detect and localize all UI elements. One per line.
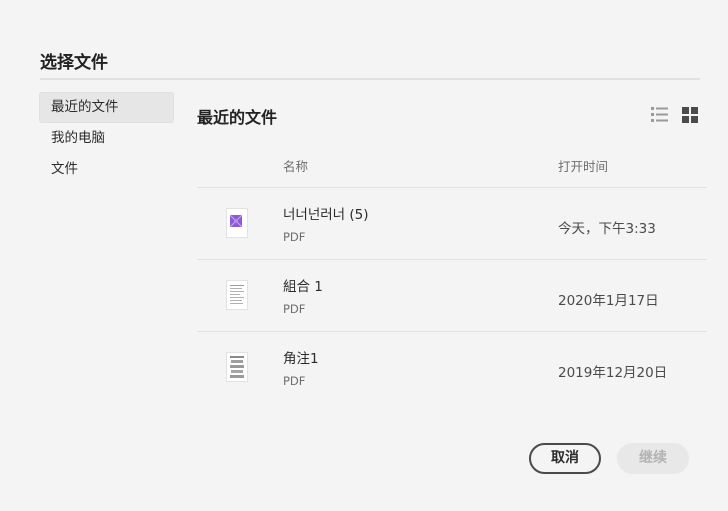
title-divider	[40, 78, 700, 80]
pdf-thumbnail-icon	[226, 208, 248, 238]
file-row[interactable]: 角注1 PDF 2019年12月20日	[197, 331, 707, 403]
file-opened-time: 2020年1月17日	[558, 293, 659, 309]
file-name: 角注1	[283, 351, 319, 367]
file-row[interactable]: 組合 1 PDF 2020年1月17日	[197, 259, 707, 331]
sidebar-item-files[interactable]: 文件	[39, 154, 174, 185]
file-name: 너너넌러너 (5)	[283, 207, 369, 223]
column-header-name[interactable]: 名称	[283, 156, 308, 175]
file-type: PDF	[283, 374, 306, 388]
pdf-thumbnail-icon	[226, 352, 248, 382]
file-type: PDF	[283, 230, 306, 244]
dialog-title: 选择文件	[40, 53, 108, 73]
pdf-thumbnail-icon	[226, 280, 248, 310]
continue-button[interactable]: 继续	[617, 443, 689, 474]
list-view-icon[interactable]	[651, 107, 668, 126]
file-name: 組合 1	[283, 279, 323, 295]
sidebar-item-my-computer[interactable]: 我的电脑	[39, 123, 174, 154]
file-opened-time: 今天，下午3:33	[558, 221, 656, 237]
grid-view-icon[interactable]	[682, 107, 698, 127]
file-opened-time: 2019年12月20日	[558, 365, 668, 381]
sidebar: 最近的文件 我的电脑 文件	[39, 92, 174, 185]
cancel-button[interactable]: 取消	[529, 443, 601, 474]
file-list: 너너넌러너 (5) PDF 今天，下午3:33 組合 1 PDF 2020年1月…	[197, 187, 707, 403]
sidebar-item-recent-files[interactable]: 最近的文件	[39, 92, 174, 123]
column-header-opened[interactable]: 打开时间	[558, 156, 608, 175]
file-type: PDF	[283, 302, 306, 316]
file-row[interactable]: 너너넌러너 (5) PDF 今天，下午3:33	[197, 187, 707, 259]
page-title: 最近的文件	[197, 108, 278, 127]
